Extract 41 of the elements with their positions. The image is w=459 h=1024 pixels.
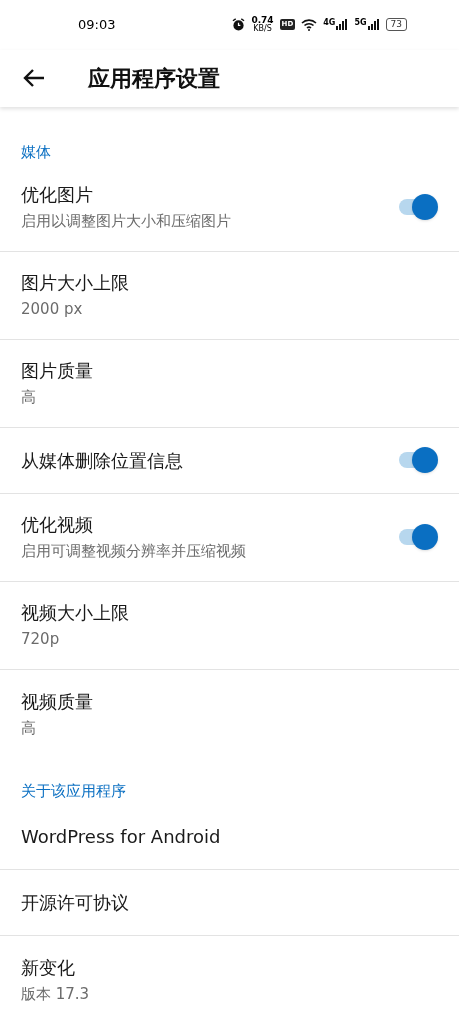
- status-time: 09:03: [78, 16, 116, 35]
- network-label: 4G: [323, 19, 336, 28]
- settings-row[interactable]: 视频质量 高: [0, 669, 459, 758]
- setting-summary: 启用以调整图片大小和压缩图片: [21, 211, 232, 233]
- settings-row[interactable]: WordPress for Android: [0, 804, 459, 870]
- section-header: 媒体: [20, 142, 52, 163]
- settings-row[interactable]: 视频大小上限 720p: [0, 581, 459, 670]
- signal-icon: [367, 19, 380, 31]
- setting-title: 优化视频: [21, 513, 94, 538]
- settings-row[interactable]: 从媒体删除位置信息: [0, 427, 459, 494]
- wifi-icon: [301, 18, 318, 31]
- setting-summary: 2000 px: [21, 299, 84, 321]
- settings-row[interactable]: 优化视频 启用可调整视频分辨率并压缩视频: [0, 493, 459, 582]
- back-arrow-icon[interactable]: [22, 68, 46, 89]
- battery-level: 73: [385, 18, 407, 32]
- setting-summary: 720p: [21, 629, 61, 651]
- setting-title: 新变化: [21, 956, 76, 981]
- setting-summary: 启用可调整视频分辨率并压缩视频: [21, 541, 247, 563]
- page-title: 应用程序设置: [88, 64, 220, 93]
- alarm-icon: [232, 18, 246, 32]
- settings-row[interactable]: 开源许可协议: [0, 870, 459, 936]
- setting-title: 图片大小上限: [21, 271, 130, 296]
- setting-title: 视频大小上限: [21, 601, 130, 626]
- speed-value: 0.74: [251, 16, 274, 26]
- settings-row[interactable]: 新变化 版本 17.3: [0, 936, 459, 1024]
- settings-row[interactable]: 优化图片 启用以调整图片大小和压缩图片: [0, 163, 459, 252]
- settings-row[interactable]: 图片大小上限 2000 px: [0, 251, 459, 340]
- signal-icon: [336, 19, 349, 31]
- setting-title: 从媒体删除位置信息: [21, 448, 184, 473]
- setting-summary: 版本 17.3: [21, 984, 91, 1006]
- setting-title: 图片质量: [21, 359, 94, 384]
- section-header: 关于该应用程序: [20, 780, 127, 802]
- setting-title: 优化图片: [21, 183, 94, 208]
- settings-row[interactable]: 图片质量 高: [0, 339, 459, 428]
- setting-summary: 高: [21, 717, 37, 739]
- setting-title: 开源许可协议: [21, 891, 130, 915]
- setting-title: 视频质量: [21, 689, 94, 714]
- network-label: 5G: [354, 19, 367, 28]
- setting-summary: 高: [21, 387, 37, 409]
- speed-unit: KB/S: [253, 25, 272, 34]
- setting-title: WordPress for Android: [21, 825, 222, 849]
